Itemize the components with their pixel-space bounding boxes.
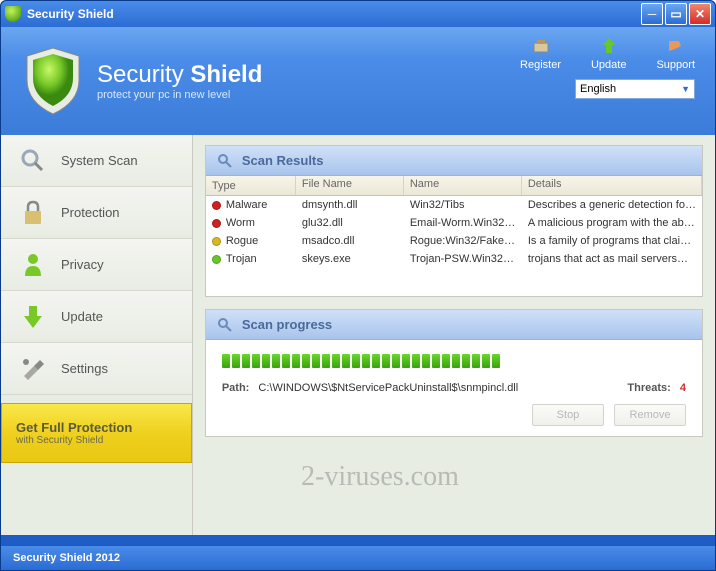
table-row[interactable]: Wormglu32.dllEmail-Worm.Win32…A maliciou… [206,214,702,232]
sidebar-item-protection[interactable]: Protection [1,187,192,239]
language-select[interactable]: English ▼ [575,79,695,99]
path-value: C:\WINDOWS\$NtServicePackUninstall$\snmp… [258,382,518,394]
scan-results-header: Scan Results [206,146,702,176]
col-type[interactable]: Type [206,176,296,195]
table-body: Malwaredmsynth.dllWin32/TibsDescribes a … [206,196,702,296]
scan-progress-header: Scan progress [206,310,702,340]
support-icon [666,37,686,55]
main-content: Scan Results Type File Name Name Details… [193,135,715,535]
threats-label: Threats: [627,382,670,394]
logo: Security Shield protect your pc in new l… [21,44,262,118]
magnifier-icon [19,147,47,175]
col-file[interactable]: File Name [296,176,404,195]
statusbar: Security Shield 2012 [1,546,715,570]
window-title: Security Shield [27,7,641,21]
table-row[interactable]: Malwaredmsynth.dllWin32/TibsDescribes a … [206,196,702,214]
sidebar-item-update[interactable]: Update [1,291,192,343]
sidebar-item-system-scan[interactable]: System Scan [1,135,192,187]
promo-title: Get Full Protection [16,420,177,435]
magnifier-icon [216,316,234,334]
tools-icon [19,355,47,383]
arrow-down-icon [19,303,47,331]
col-name[interactable]: Name [404,176,522,195]
brand-primary: Security [97,61,184,88]
update-icon [599,37,619,55]
threats-value: 4 [680,382,686,394]
sidebar-item-privacy[interactable]: Privacy [1,239,192,291]
sidebar-item-settings[interactable]: Settings [1,343,192,395]
table-header-row: Type File Name Name Details [206,176,702,196]
chevron-down-icon: ▼ [681,84,690,94]
path-label: Path: [222,382,250,394]
results-table: Type File Name Name Details Malwaredmsyn… [206,176,702,296]
titlebar: Security Shield ─ ▭ ✕ [1,1,715,27]
col-details[interactable]: Details [522,176,702,195]
progress-bar [222,354,686,368]
scan-results-panel: Scan Results Type File Name Name Details… [205,145,703,297]
promo-subtitle: with Security Shield [16,435,177,446]
person-icon [19,251,47,279]
minimize-button[interactable]: ─ [641,3,663,25]
stop-button[interactable]: Stop [532,404,604,426]
table-row[interactable]: Trojanskeys.exeTrojan-PSW.Win32.…trojans… [206,250,702,268]
magnifier-icon [216,152,234,170]
titlebar-buttons: ─ ▭ ✕ [641,3,711,25]
close-button[interactable]: ✕ [689,3,711,25]
app-window: Security Shield ─ ▭ ✕ Security Shield pr… [0,0,716,571]
scan-progress-panel: Scan progress Path: C:\WINDOWS\$NtServic… [205,309,703,437]
maximize-button[interactable]: ▭ [665,3,687,25]
app-icon [5,6,21,22]
register-icon [531,37,551,55]
header-actions: Register Update Support [520,37,695,71]
update-button[interactable]: Update [591,37,626,71]
shield-logo-icon [21,44,85,118]
brand-tagline: protect your pc in new level [97,89,262,101]
table-row[interactable]: Roguemsadco.dllRogue:Win32/Fake5…Is a fa… [206,232,702,250]
brand-secondary: Shield [190,61,262,88]
remove-button[interactable]: Remove [614,404,686,426]
lock-icon [19,199,47,227]
support-button[interactable]: Support [656,37,695,71]
promo-banner[interactable]: Get Full Protection with Security Shield [1,403,192,463]
body: System Scan Protection Privacy Update Se… [1,135,715,535]
brand-text: Security Shield protect your pc in new l… [97,61,262,101]
register-button[interactable]: Register [520,37,561,71]
sidebar: System Scan Protection Privacy Update Se… [1,135,193,535]
header: Security Shield protect your pc in new l… [1,27,715,135]
